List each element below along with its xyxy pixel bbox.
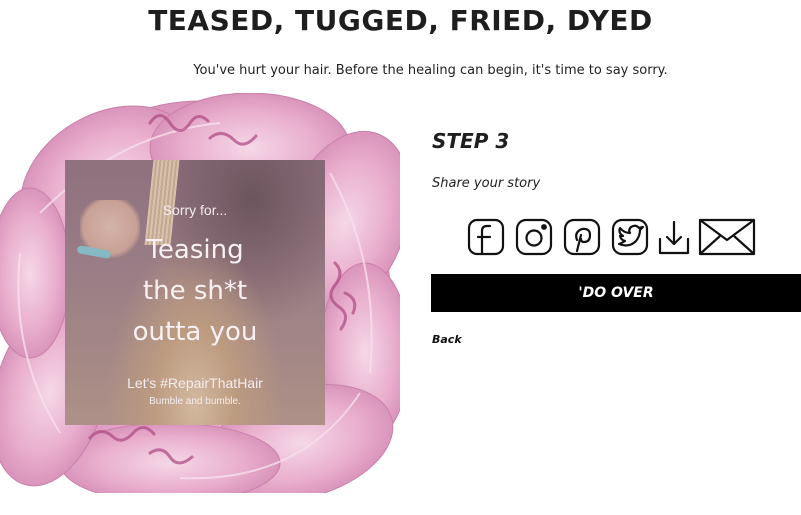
download-icon[interactable] (656, 217, 692, 262)
page-title: TEASED, TUGGED, FRIED, DYED (148, 4, 653, 37)
do-over-button[interactable]: 'DO OVER (431, 274, 801, 312)
facebook-icon[interactable] (466, 217, 506, 262)
step-description: Share your story (432, 176, 541, 191)
card-phrase-line: Teasing (146, 235, 244, 265)
card-phrase: Teasing the sh*t outta you (65, 230, 325, 353)
email-icon[interactable] (698, 217, 756, 262)
card-brand: Bumble and bumble. (149, 396, 241, 407)
card-phrase-line: the sh*t (142, 276, 248, 306)
step-title: STEP 3 (432, 129, 510, 153)
instagram-icon[interactable] (514, 217, 554, 262)
card-hashtag: Let's #RepairThatHair (127, 375, 263, 391)
card-sorry-label: Sorry for... (162, 202, 228, 218)
back-link[interactable]: Back (432, 333, 462, 346)
share-card-image: Sorry for... Teasing the sh*t outta you … (65, 160, 325, 425)
card-phrase-line: outta you (132, 317, 258, 347)
page-subtitle: You've hurt your hair. Before the healin… (193, 63, 668, 78)
pinterest-icon[interactable] (562, 217, 602, 262)
twitter-icon[interactable] (610, 217, 650, 262)
